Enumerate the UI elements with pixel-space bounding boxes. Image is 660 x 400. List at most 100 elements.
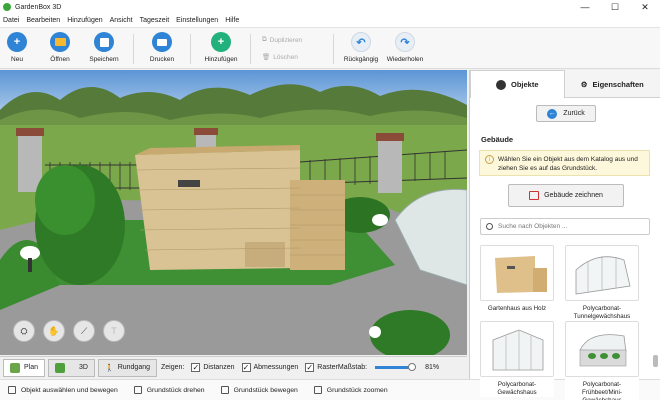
tab-walk[interactable]: 🚶 Rundgang [97, 358, 157, 377]
toolbar-separator [190, 34, 191, 64]
wooden-shed-label: Gartenhaus aus Holz [487, 305, 547, 312]
delete-label: Löschen [273, 53, 298, 61]
trash-icon: 🗑 [262, 54, 271, 61]
checkmark-icon: ✓ [191, 362, 201, 372]
section-title: Gebäude [481, 135, 514, 144]
side-panel: Objekte ⚙ Eigenschaften ← Zurück Gebäude… [469, 70, 660, 400]
delete-button[interactable]: 🗑 Löschen [262, 53, 298, 62]
view-mode-bar: Plan 3D 🚶 Rundgang Zeigen: ✓ Distanzen ✓… [0, 356, 467, 378]
catalog-item-tunnel-greenhouse[interactable]: Polycarbonat-Tunnelgewächshaus [565, 245, 639, 321]
tab-properties[interactable]: ⚙ Eigenschaften [565, 70, 660, 98]
draw-building-label: Gebäude zeichnen [544, 192, 603, 199]
menu-datei[interactable]: Datei [3, 17, 19, 24]
new-label: Neu [11, 56, 23, 63]
plus-icon: + [211, 32, 231, 52]
mouse-icon [220, 386, 229, 394]
open-button[interactable]: Öffnen [37, 32, 83, 63]
duplicate-button[interactable]: ⧉ Duplizieren [262, 36, 302, 44]
catalog-item-cold-frame[interactable]: Polycarbonat-Frühbeet/Mini-Gewächshaus [565, 321, 639, 400]
search-input[interactable]: Suche nach Objekten ... [480, 218, 650, 235]
tab-3d-label: 3D [79, 364, 88, 371]
text-tool-icon[interactable]: T [103, 320, 125, 342]
tab-3d[interactable]: 3D [48, 358, 95, 377]
menu-hinzufuegen[interactable]: Hinzufügen [67, 17, 102, 24]
plus-document-icon: + [7, 32, 27, 52]
printer-icon [152, 32, 172, 52]
tab-walk-label: Rundgang [117, 364, 150, 371]
distances-label: Distanzen [203, 364, 235, 371]
mouse-icon [133, 386, 142, 394]
checkmark-icon: ✓ [305, 362, 315, 372]
grid-checkbox[interactable]: ✓ Raster [305, 363, 338, 372]
status-hint-rotate-text: Grundstück drehen [146, 386, 205, 394]
toolbar: + Neu Öffnen Speichern Drucken + Hinzufü… [0, 28, 660, 69]
add-button[interactable]: + Hinzufügen [198, 32, 244, 63]
walking-person-icon: 🚶 [104, 364, 114, 372]
search-placeholder: Suche nach Objekten ... [498, 223, 568, 230]
status-hint-zoom: Grundstück zoomen [313, 386, 388, 394]
checkmark-icon: ✓ [241, 362, 251, 372]
tab-plan[interactable]: Plan [3, 358, 46, 377]
garden-scene [0, 70, 467, 355]
menu-einstellungen[interactable]: Einstellungen [176, 17, 218, 24]
back-button[interactable]: ← Zurück [536, 105, 596, 122]
undo-button[interactable]: ↶ Rückgängig [338, 32, 384, 63]
menu-bearbeiten[interactable]: Bearbeiten [26, 17, 60, 24]
scale-label: Maßstab: [337, 364, 368, 371]
status-hint-move: Grundstück bewegen [220, 386, 298, 394]
menu-tageszeit[interactable]: Tageszeit [140, 17, 170, 24]
show-label: Zeigen: [161, 364, 185, 371]
toolbar-separator [250, 34, 251, 64]
dimensions-label: Abmessungen [253, 364, 299, 371]
gear-icon: ⚙ [580, 79, 588, 89]
scale-slider[interactable] [375, 363, 417, 371]
distances-checkbox[interactable]: ✓ Distanzen [191, 362, 235, 372]
arrow-left-icon: ← [547, 108, 558, 119]
zoom-value: 81% [425, 364, 440, 371]
undo-label: Rückgängig [343, 56, 379, 63]
menu-ansicht[interactable]: Ansicht [110, 17, 133, 24]
close-button[interactable]: ✕ [630, 0, 660, 14]
print-label: Drucken [149, 56, 175, 63]
new-button[interactable]: + Neu [0, 32, 40, 63]
duplicate-label: Duplizieren [269, 36, 303, 44]
greenhouse-label: Polycarbonat-Gewächshaus [497, 381, 537, 396]
status-hint-move-text: Grundstück bewegen [233, 386, 298, 394]
info-icon: i [485, 155, 494, 164]
tab-objects-label: Objekte [511, 80, 539, 89]
save-label: Speichern [89, 56, 119, 63]
scrollbar-thumb[interactable] [653, 355, 658, 367]
view-tools: ⛭ ✋ ⟋ T [13, 320, 125, 342]
search-icon [486, 223, 493, 230]
tunnel-greenhouse-thumbnail [565, 245, 639, 301]
redo-icon: ↷ [395, 32, 415, 52]
catalog-item-wooden-shed[interactable]: Gartenhaus aus Holz [480, 245, 554, 313]
minimize-button[interactable]: — [570, 0, 600, 14]
folder-icon [50, 32, 70, 52]
tab-objects[interactable]: Objekte [470, 70, 565, 98]
toolbar-separator [133, 34, 134, 64]
title-bar: GardenBox 3D — ☐ ✕ [0, 0, 660, 14]
add-label: Hinzufügen [204, 56, 238, 63]
greenhouse-thumbnail [480, 321, 554, 377]
status-hint-zoom-text: Grundstück zoomen [326, 386, 388, 394]
redo-button[interactable]: ↷ Wiederholen [382, 32, 428, 63]
3d-viewport[interactable]: ⛭ ✋ ⟋ T [0, 70, 467, 355]
hand-tool-icon[interactable]: ✋ [43, 320, 65, 342]
catalog-item-greenhouse[interactable]: Polycarbonat-Gewächshaus [480, 321, 554, 397]
app-window: GardenBox 3D — ☐ ✕ Datei Bearbeiten Hinz… [0, 0, 660, 400]
status-hint-select-text: Objekt auswählen und bewegen [21, 386, 118, 394]
slider-knob[interactable] [408, 363, 417, 371]
maximize-button[interactable]: ☐ [600, 0, 630, 14]
back-label: Zurück [563, 110, 585, 117]
dimensions-checkbox[interactable]: ✓ Abmessungen [241, 362, 299, 372]
tab-properties-label: Eigenschaften [592, 79, 644, 89]
menu-hilfe[interactable]: Hilfe [225, 17, 239, 24]
select-tool-icon[interactable]: ⛭ [13, 320, 35, 342]
draw-building-button[interactable]: Gebäude zeichnen [508, 184, 624, 207]
ruler-tool-icon[interactable]: ⟋ [73, 320, 95, 342]
print-button[interactable]: Drucken [139, 32, 185, 63]
status-hint-select: Objekt auswählen und bewegen [8, 386, 118, 394]
panel-scrollbar[interactable] [653, 245, 658, 375]
save-button[interactable]: Speichern [81, 32, 127, 63]
